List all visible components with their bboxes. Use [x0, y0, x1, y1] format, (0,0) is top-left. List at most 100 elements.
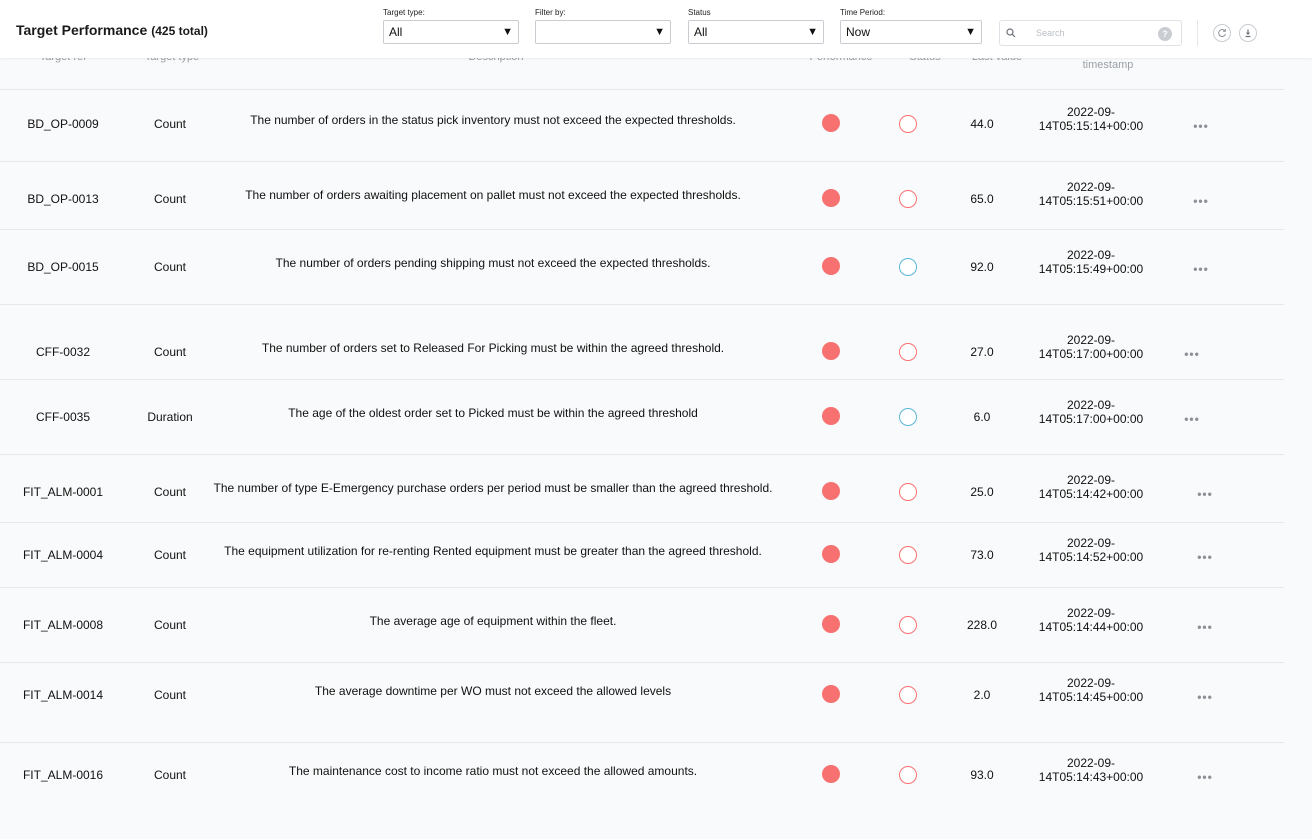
- last-value: 65.0: [970, 192, 994, 206]
- target-type-label: Target type:: [383, 8, 425, 17]
- target-type: Count: [153, 768, 187, 782]
- table-row[interactable]: FIT_ALM-0004 Count The equipment utilizati…: [0, 522, 1284, 588]
- table-row[interactable]: BD_OP-0009 Count The number of orders in t…: [0, 89, 1284, 162]
- target-type: Duration: [147, 410, 193, 424]
- timestamp-time: 14T05:15:14+00:00: [1038, 119, 1144, 133]
- target-ref: FIT_ALM-0014: [22, 688, 104, 702]
- performance-indicator: [822, 545, 840, 563]
- description: The number of orders in the status pick …: [250, 113, 736, 127]
- timestamp: 2022-09- 14T05:14:42+00:00: [1039, 473, 1143, 501]
- timestamp-time: 14T05:14:43+00:00: [1038, 770, 1144, 784]
- status-indicator: [899, 483, 917, 501]
- target-type: Count: [153, 192, 187, 206]
- timestamp-date: 2022-09-: [1066, 473, 1116, 487]
- timestamp-time: 14T05:14:44+00:00: [1038, 620, 1144, 634]
- target-type-filter: Target type: All ▼: [383, 8, 519, 44]
- table-row[interactable]: CFF-0035 Duration The age of the oldest or…: [0, 379, 1284, 455]
- download-button[interactable]: [1239, 24, 1257, 42]
- more-options-icon[interactable]: •••: [1184, 412, 1200, 426]
- target-type: Count: [153, 345, 187, 359]
- time-period-select[interactable]: Now ▼: [840, 20, 982, 44]
- status-label: Status: [688, 8, 711, 17]
- more-options-icon[interactable]: •••: [1184, 347, 1200, 361]
- timestamp: 2022-09- 14T05:17:00+00:00: [1039, 398, 1143, 426]
- help-icon[interactable]: ?: [1158, 27, 1172, 41]
- header-bar: Target Performance (425 total) Target typ…: [0, 0, 1312, 58]
- time-period-label: Time Period:: [840, 8, 886, 17]
- timestamp-date: 2022-09-: [1066, 536, 1116, 550]
- search-icon: [1006, 28, 1016, 38]
- timestamp-date: 2022-09-: [1066, 333, 1116, 347]
- more-options-icon[interactable]: •••: [1193, 119, 1209, 133]
- filter-by-select[interactable]: ▼: [535, 20, 671, 44]
- chevron-down-icon: ▼: [965, 26, 976, 38]
- target-type: Count: [153, 688, 187, 702]
- timestamp-date: 2022-09-: [1066, 606, 1116, 620]
- timestamp: 2022-09- 14T05:15:51+00:00: [1039, 180, 1143, 208]
- more-options-icon[interactable]: •••: [1193, 262, 1209, 276]
- description: The average age of equipment within the …: [369, 614, 617, 628]
- target-type-select[interactable]: All ▼: [383, 20, 519, 44]
- table-row[interactable]: BD_OP-0013 Count The number of orders awai…: [0, 161, 1284, 230]
- target-type: Count: [153, 548, 187, 562]
- status-indicator: [899, 408, 917, 426]
- target-ref: FIT_ALM-0016: [22, 768, 104, 782]
- download-icon: [1245, 29, 1251, 38]
- last-value: 6.0: [973, 410, 991, 424]
- refresh-button[interactable]: [1213, 24, 1231, 42]
- timestamp-date: 2022-09-: [1066, 756, 1116, 770]
- performance-indicator: [822, 114, 840, 132]
- last-value: 27.0: [970, 345, 994, 359]
- filter-by-filter: Filter by: ▼: [535, 8, 671, 44]
- description: The number of orders pending shipping mu…: [275, 256, 711, 270]
- chevron-down-icon: ▼: [807, 26, 818, 38]
- description: The equipment utilization for re-renting…: [224, 544, 762, 558]
- last-value: 228.0: [966, 618, 998, 632]
- more-options-icon[interactable]: •••: [1193, 194, 1209, 208]
- timestamp-time: 14T05:14:52+00:00: [1038, 550, 1144, 564]
- table-row[interactable]: FIT_ALM-0014 Count The average downtime pe…: [0, 662, 1284, 743]
- performance-indicator: [822, 685, 840, 703]
- target-type: Count: [153, 260, 187, 274]
- table-row[interactable]: CFF-0032 Count The number of orders set to…: [0, 304, 1284, 380]
- status-select[interactable]: All ▼: [688, 20, 824, 44]
- description: The average downtime per WO must not exc…: [314, 684, 672, 698]
- table-row[interactable]: FIT_ALM-0001 Count The number of type E-Em…: [0, 454, 1284, 523]
- more-options-icon[interactable]: •••: [1197, 550, 1213, 564]
- filter-by-label: Filter by:: [535, 8, 566, 17]
- search-input[interactable]: Search ?: [999, 20, 1182, 46]
- table-row[interactable]: FIT_ALM-0016 Count The maintenance cost to…: [0, 742, 1284, 823]
- more-options-icon[interactable]: •••: [1197, 770, 1213, 784]
- target-type-value: All: [389, 25, 403, 39]
- status-indicator: [899, 766, 917, 784]
- status-indicator: [899, 343, 917, 361]
- table-row[interactable]: BD_OP-0015 Count The number of orders pend…: [0, 229, 1284, 305]
- timestamp: 2022-09- 14T05:14:43+00:00: [1039, 756, 1143, 784]
- timestamp-time: 14T05:14:45+00:00: [1038, 690, 1144, 704]
- table-row[interactable]: FIT_ALM-0008 Count The average age of equi…: [0, 587, 1284, 663]
- time-period-value: Now: [846, 25, 871, 39]
- timestamp-time: 14T05:17:00+00:00: [1038, 412, 1144, 426]
- more-options-icon[interactable]: •••: [1197, 690, 1213, 704]
- timestamp-date: 2022-09-: [1066, 180, 1116, 194]
- status-value: All: [694, 25, 708, 39]
- target-ref: BD_OP-0015: [27, 260, 99, 274]
- description: The number of type E-Emergency purchase …: [213, 481, 773, 495]
- timestamp-time: 14T05:15:49+00:00: [1038, 262, 1144, 276]
- target-ref: CFF-0032: [35, 345, 91, 359]
- last-value: 73.0: [970, 548, 994, 562]
- timestamp-date: 2022-09-: [1066, 105, 1116, 119]
- timestamp-time: 14T05:14:42+00:00: [1038, 487, 1144, 501]
- status-indicator: [899, 115, 917, 133]
- more-options-icon[interactable]: •••: [1197, 620, 1213, 634]
- timestamp-date: 2022-09-: [1066, 676, 1116, 690]
- performance-indicator: [822, 482, 840, 500]
- last-value: 25.0: [970, 485, 994, 499]
- target-ref: BD_OP-0009: [27, 117, 99, 131]
- col-header-timestamp[interactable]: timestamp: [1083, 59, 1134, 71]
- description: The age of the oldest order set to Picke…: [288, 406, 698, 420]
- timestamp-time: 14T05:15:51+00:00: [1038, 194, 1144, 208]
- target-type: Count: [153, 117, 187, 131]
- more-options-icon[interactable]: •••: [1197, 487, 1213, 501]
- timestamp-date: 2022-09-: [1066, 248, 1116, 262]
